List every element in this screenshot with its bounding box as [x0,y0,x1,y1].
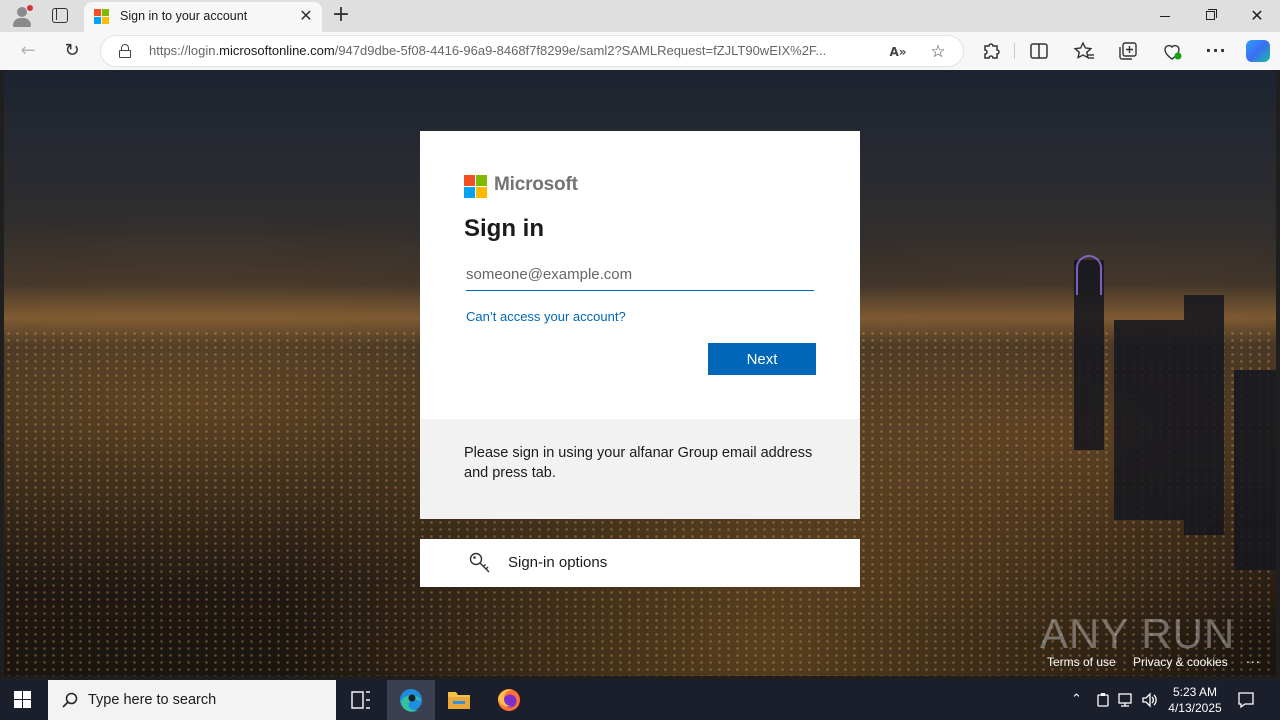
window-close-button[interactable]: ✕ [1234,0,1280,32]
email-field[interactable] [466,259,814,291]
network-icon[interactable] [1118,692,1134,708]
search-placeholder: Type here to search [88,692,217,708]
split-screen-icon[interactable] [1027,40,1051,62]
notice-text: Please sign in using your alfanar Group … [464,445,813,481]
notification-center-icon[interactable] [1236,690,1256,710]
clock-time: 5:23 AM [1172,685,1218,699]
microsoft-logo-icon [464,175,488,199]
clock-date: 4/13/2025 [1168,701,1222,715]
collections-icon[interactable] [1116,40,1140,62]
cant-access-account-link[interactable]: Can’t access your account? [466,309,626,324]
search-icon [62,692,78,708]
more-icon[interactable]: ··· [1204,40,1228,62]
favorite-star-icon[interactable]: ☆ [927,41,949,63]
page-title: Sign in [464,215,544,242]
address-url[interactable]: https://login.microsoftonline.com/947d9d… [149,43,826,58]
windows-taskbar: Type here to search ⌃ 5:23 AM 4/13/2025 [0,680,1280,720]
microsoft-favicon-icon [94,9,110,25]
lock-icon[interactable] [119,44,131,58]
skyline-tower [1114,320,1184,520]
skyline-tower [1184,295,1224,535]
toolbar-separator [1014,43,1015,59]
terms-of-use-link[interactable]: Terms of use [1047,655,1116,669]
tray-device-icon[interactable] [1096,692,1110,708]
reload-icon[interactable]: ↻ [59,39,85,63]
privacy-cookies-link[interactable]: Privacy & cookies [1133,655,1228,669]
browser-toolbar: ← ↻ https://login.microsoftonline.com/94… [0,32,1280,70]
profile-icon[interactable] [10,4,34,28]
signin-notice: Please sign in using your alfanar Group … [420,419,860,519]
taskbar-clock[interactable]: 5:23 AM 4/13/2025 [1160,684,1230,716]
window-minimize-button[interactable] [1142,0,1188,32]
read-aloud-icon[interactable]: A» [887,41,909,63]
copilot-icon[interactable] [1246,40,1270,62]
tray-chevron-up-icon[interactable]: ⌃ [1071,692,1082,707]
anyrun-watermark: ANY RUN [1040,610,1236,657]
browser-tab[interactable]: Sign in to your account ✕ [84,2,322,32]
skyline-tower [1234,370,1276,570]
new-tab-button[interactable]: + [330,4,352,26]
signin-card: Microsoft Sign in Can’t access your acco… [420,131,860,419]
firefox-icon[interactable] [485,680,533,720]
volume-icon[interactable] [1141,691,1159,709]
favorites-icon[interactable] [1072,40,1096,62]
footer-more-button[interactable]: ... [1246,650,1261,666]
next-button[interactable]: Next [708,343,816,375]
skyline-spire [1076,255,1102,295]
windows-start-icon[interactable] [14,691,32,709]
brand-name: Microsoft [494,174,578,195]
extensions-icon[interactable] [979,40,1003,62]
browser-essentials-icon[interactable] [1160,40,1184,62]
tab-close-icon[interactable]: ✕ [296,6,316,26]
address-bar[interactable]: https://login.microsoftonline.com/947d9d… [100,35,964,67]
tab-actions-icon[interactable] [52,8,68,23]
window-restore-button[interactable] [1188,0,1234,32]
back-icon[interactable]: ← [15,39,41,63]
signin-options-button[interactable]: Sign-in options [420,539,860,587]
browser-tab-bar: Sign in to your account ✕ + ✕ [0,0,1280,32]
tab-title: Sign in to your account [120,9,248,23]
signin-options-label: Sign-in options [508,554,608,571]
edge-browser-icon[interactable] [387,680,435,720]
task-view-icon[interactable] [336,680,384,720]
key-icon [469,552,490,573]
page-background: Microsoft Sign in Can’t access your acco… [4,70,1276,676]
taskbar-search-box[interactable]: Type here to search [48,680,336,720]
file-explorer-icon[interactable] [435,680,483,720]
